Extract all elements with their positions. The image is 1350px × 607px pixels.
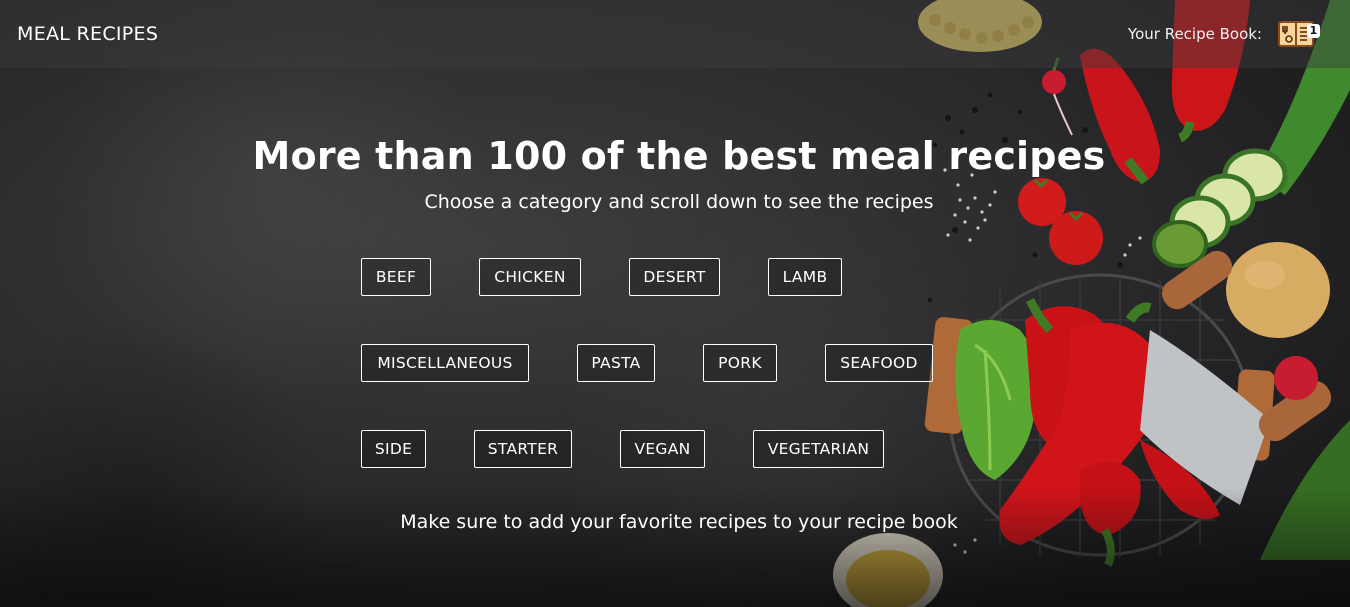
- recipe-book-hint: Make sure to add your favorite recipes t…: [400, 511, 958, 533]
- bottom-fade: [0, 487, 1350, 607]
- recipe-book-count-badge: 1: [1307, 24, 1320, 38]
- category-button-pork[interactable]: PORK: [703, 344, 777, 382]
- category-button-chicken[interactable]: CHICKEN: [479, 258, 581, 296]
- recipe-book-button[interactable]: 1: [1278, 19, 1320, 49]
- recipe-book-label: Your Recipe Book:: [1127, 25, 1262, 43]
- page-subtitle: Choose a category and scroll down to see…: [424, 191, 934, 213]
- recipe-book-widget: Your Recipe Book: 1: [1127, 19, 1320, 49]
- category-button-pasta[interactable]: PASTA: [577, 344, 655, 382]
- category-row-2: MISCELLANEOUS PASTA PORK SEAFOOD: [0, 344, 1350, 382]
- category-button-seafood[interactable]: SEAFOOD: [825, 344, 933, 382]
- category-button-side[interactable]: SIDE: [361, 430, 426, 468]
- category-row-3: SIDE STARTER VEGAN VEGETARIAN: [0, 430, 1350, 468]
- category-button-vegan[interactable]: VEGAN: [620, 430, 705, 468]
- page-title: More than 100 of the best meal recipes: [252, 134, 1106, 178]
- category-button-starter[interactable]: STARTER: [474, 430, 572, 468]
- category-button-beef[interactable]: BEEF: [361, 258, 431, 296]
- brand-logo-link[interactable]: MEAL RECIPES: [17, 23, 158, 45]
- category-button-vegetarian[interactable]: VEGETARIAN: [753, 430, 884, 468]
- category-button-desert[interactable]: DESERT: [629, 258, 720, 296]
- category-button-lamb[interactable]: LAMB: [768, 258, 842, 296]
- category-button-miscellaneous[interactable]: MISCELLANEOUS: [361, 344, 529, 382]
- category-row-1: BEEF CHICKEN DESERT LAMB: [0, 258, 1350, 296]
- top-navbar: MEAL RECIPES Your Recipe Book: 1: [0, 0, 1350, 68]
